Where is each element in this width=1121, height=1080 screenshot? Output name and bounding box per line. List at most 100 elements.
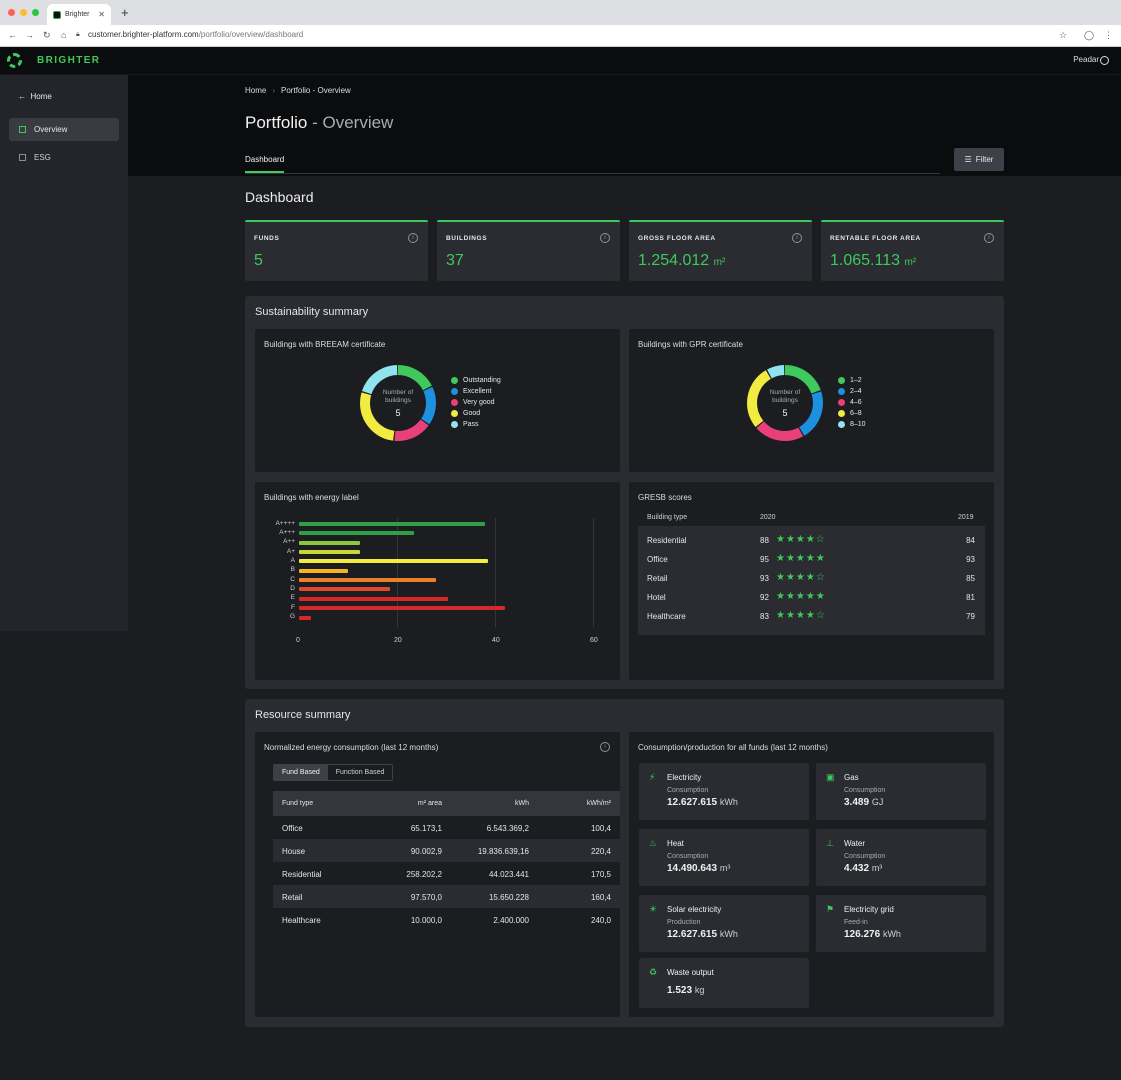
x-tick-label: 0 <box>296 636 300 644</box>
legend-item[interactable]: Very good <box>451 397 501 408</box>
resource-card-solar-electricity[interactable]: ☀︎ Solar electricity Production 12.627.6… <box>639 895 809 952</box>
legend-dot <box>451 399 458 406</box>
card-value: 4.432 m³ <box>844 863 882 874</box>
heat-icon: ♨︎ <box>649 838 658 848</box>
kpi-number: 37 <box>446 252 464 269</box>
card-value: 14.490.643 m³ <box>667 863 730 874</box>
card-subtitle: Consumption <box>667 787 709 794</box>
reload-icon[interactable]: ↻ <box>43 30 51 41</box>
bar-e[interactable] <box>299 596 449 601</box>
legend-item[interactable]: 6–8 <box>838 408 866 419</box>
forward-arrow-icon[interactable]: → <box>25 30 34 40</box>
filter-button[interactable]: ☰ Filter <box>954 148 1004 171</box>
user-name[interactable]: Peadar <box>1073 55 1099 64</box>
resource-card-heat[interactable]: ♨︎ Heat Consumption 14.490.643 m³ <box>639 829 809 886</box>
minimize-window-button[interactable] <box>20 9 27 16</box>
app-header: BRIGHTER Peadar <box>0 47 1121 75</box>
new-tab-button[interactable]: + <box>121 5 129 20</box>
card-number: 126.276 <box>844 929 881 940</box>
sustainability-summary-section: Sustainability summary Buildings with BR… <box>245 296 1004 689</box>
kpi-unit: m² <box>904 257 917 268</box>
sidebar-item-overview[interactable]: Overview <box>9 118 119 141</box>
info-icon[interactable]: i <box>984 233 994 243</box>
sliders-icon: ☰ <box>964 155 972 164</box>
url-path: /portfolio/overview/dashboard <box>198 30 304 39</box>
toggle-function-based[interactable]: Function Based <box>328 765 393 780</box>
card-value: 126.276 kWh <box>844 929 901 940</box>
gpr-legend: 1–2 2–4 4–6 6–8 8–10 <box>838 375 866 430</box>
user-avatar-icon[interactable] <box>1100 56 1109 65</box>
info-icon[interactable]: i <box>792 233 802 243</box>
gresb-header-type: Building type <box>647 514 688 521</box>
info-icon[interactable]: i <box>600 742 610 752</box>
legend-item[interactable]: Outstanding <box>451 375 501 386</box>
star-rating-icon: ★★★★☆ <box>776 534 826 545</box>
home-icon[interactable]: ⌂ <box>61 30 66 40</box>
legend-item[interactable]: 1–2 <box>838 375 866 386</box>
bar-b[interactable] <box>299 568 348 573</box>
gresb-header-2019: 2019 <box>958 514 974 521</box>
brand-name[interactable]: BRIGHTER <box>37 55 100 66</box>
tab-dashboard[interactable]: Dashboard <box>245 155 285 173</box>
brighter-logo-icon[interactable] <box>7 53 22 68</box>
bar-aplus[interactable] <box>299 550 361 555</box>
resource-card-electricity[interactable]: ⚡︎ Electricity Consumption 12.627.615 kW… <box>639 763 809 820</box>
window-controls[interactable] <box>8 9 39 16</box>
bookmark-star-icon[interactable]: ☆ <box>1059 30 1067 41</box>
browser-menu-icon[interactable]: ⋮ <box>1104 30 1113 41</box>
url-input[interactable]: customer.brighter-platform.com/portfolio… <box>88 30 303 39</box>
sidebar-home-label: Home <box>30 92 52 101</box>
legend-item[interactable]: Excellent <box>451 386 501 397</box>
bar-aplusplusplus[interactable] <box>299 531 415 536</box>
legend-label: Pass <box>463 421 479 428</box>
grid-icon <box>19 126 26 133</box>
resource-card-electricity-grid[interactable]: ⚑︎ Electricity grid Feed-in 126.276 kWh <box>816 895 986 952</box>
close-tab-icon[interactable]: ✕ <box>98 10 105 19</box>
sidebar-back-home[interactable]: ← Home <box>18 92 52 101</box>
legend-item[interactable]: Good <box>451 408 501 419</box>
bar-c[interactable] <box>299 578 437 583</box>
column-header[interactable]: kWh <box>515 800 529 807</box>
info-icon[interactable]: i <box>408 233 418 243</box>
browser-tabstrip: Brighter ✕ + <box>0 0 1121 25</box>
browser-tab[interactable]: Brighter ✕ <box>47 4 111 25</box>
breadcrumb-home[interactable]: Home <box>245 86 266 95</box>
resource-card-gas[interactable]: ▣ Gas Consumption 3.489 GJ <box>816 763 986 820</box>
toggle-fund-based[interactable]: Fund Based <box>274 765 328 780</box>
card-subtitle: Consumption <box>844 787 886 794</box>
gresb-type: Hotel <box>647 593 666 602</box>
gresb-score-2020: 83 <box>760 612 769 621</box>
kpi-number: 5 <box>254 252 263 269</box>
bar-f[interactable] <box>299 606 505 611</box>
bar-aplusplusplusplus[interactable] <box>299 522 486 526</box>
back-arrow-icon[interactable]: ← <box>8 30 17 40</box>
legend-item[interactable]: 2–4 <box>838 386 866 397</box>
legend-item[interactable]: 8–10 <box>838 419 866 430</box>
bar-aplusplus[interactable] <box>299 540 361 545</box>
profile-icon[interactable]: ◯ <box>1084 30 1094 41</box>
sidebar-item-esg[interactable]: ESG <box>9 146 119 169</box>
legend-dot <box>838 399 845 406</box>
table-row: Office 95 ★★★★★ 93 <box>638 551 985 570</box>
cell-area: 97.570,0 <box>410 893 442 902</box>
donut-center-value: 5 <box>395 408 401 418</box>
close-window-button[interactable] <box>8 9 15 16</box>
resource-card-water[interactable]: ⊥ Water Consumption 4.432 m³ <box>816 829 986 886</box>
gresb-score-2020: 93 <box>760 574 769 583</box>
card-unit: kg <box>694 985 705 995</box>
info-icon[interactable]: i <box>600 233 610 243</box>
legend-dot <box>451 421 458 428</box>
column-header[interactable]: m² area <box>418 800 442 807</box>
column-header[interactable]: Fund type <box>282 800 313 807</box>
bar-a[interactable] <box>299 559 488 564</box>
column-header[interactable]: kWh/m² <box>587 800 611 807</box>
card-unit: m³ <box>871 863 883 873</box>
maximize-window-button[interactable] <box>32 9 39 16</box>
resource-card-waste-output[interactable]: ♻︎ Waste output 1.523 kg <box>639 958 809 1008</box>
gresb-score-2019: 81 <box>966 593 975 602</box>
legend-item[interactable]: 4–6 <box>838 397 866 408</box>
bar-d[interactable] <box>299 587 390 592</box>
bar-g[interactable] <box>299 615 312 620</box>
cell-area: 258.202,2 <box>406 870 442 879</box>
legend-item[interactable]: Pass <box>451 419 501 430</box>
